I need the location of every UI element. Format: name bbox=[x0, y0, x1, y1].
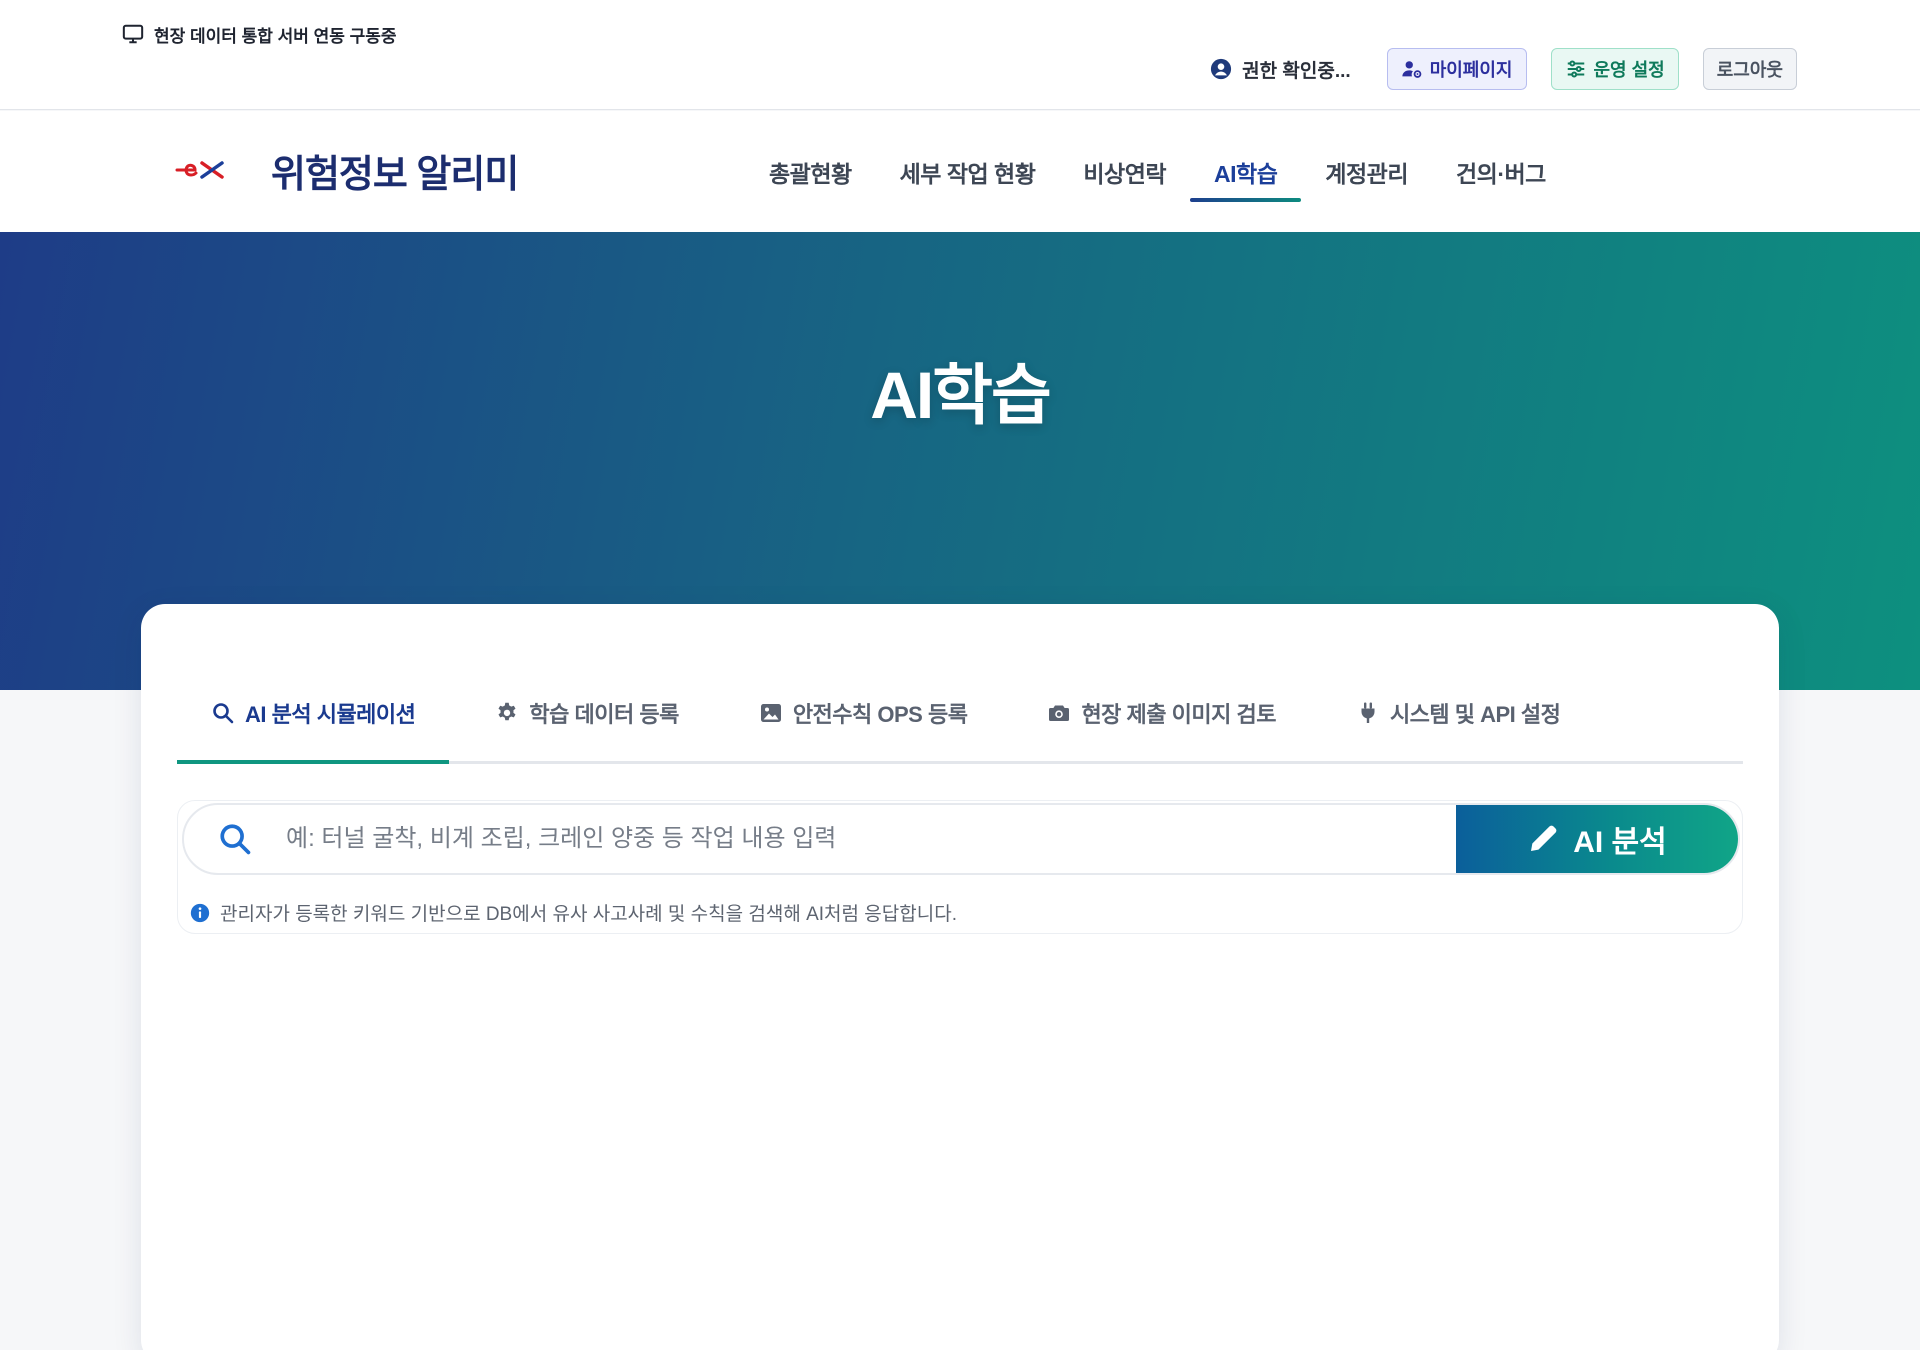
tab-label: 학습 데이터 등록 bbox=[529, 701, 679, 727]
ex-logo-icon bbox=[175, 161, 224, 179]
logout-button[interactable]: 로그아웃 bbox=[1702, 48, 1797, 90]
search-hint: 관리자가 등록한 키워드 기반으로 DB에서 유사 사고사례 및 수칙을 검색해… bbox=[190, 899, 957, 926]
content-card: AI 분석 시뮬레이션 학습 데이터 등록 안전수칙 OPS 등록 현장 제출 … bbox=[141, 604, 1779, 1350]
ops-settings-label: 운영 설정 bbox=[1593, 60, 1665, 80]
tab-training-data[interactable]: 학습 데이터 등록 bbox=[461, 664, 712, 761]
tab-system-api[interactable]: 시스템 및 API 설정 bbox=[1322, 664, 1594, 761]
search-icon bbox=[220, 824, 251, 855]
server-status: 현장 데이터 통합 서버 연동 구동중 bbox=[122, 22, 397, 46]
permission-status-text: 권한 확인중... bbox=[1242, 60, 1351, 82]
sliders-icon bbox=[1567, 60, 1584, 78]
permission-status: 권한 확인중... bbox=[1210, 56, 1351, 83]
gear-icon bbox=[498, 702, 516, 720]
brand[interactable]: 위험정보 알리미 bbox=[175, 145, 519, 196]
server-status-text: 현장 데이터 통합 서버 연동 구동중 bbox=[154, 26, 397, 46]
ai-analyze-label: AI 분석 bbox=[1573, 826, 1667, 859]
search-icon bbox=[213, 702, 234, 723]
task-search-input[interactable] bbox=[252, 805, 1456, 873]
search-bar: AI 분석 bbox=[182, 803, 1740, 875]
monitor-icon bbox=[122, 24, 144, 44]
main-header: 위험정보 알리미 총괄현황 세부 작업 현황 비상연락 AI학습 계정관리 건의… bbox=[0, 111, 1920, 232]
main-nav: 총괄현황 세부 작업 현황 비상연락 AI학습 계정관리 건의·버그 bbox=[745, 111, 1570, 232]
nav-item-task-status[interactable]: 세부 작업 현황 bbox=[876, 111, 1060, 232]
user-tools: 권한 확인중... 마이페이지 운영 설정 로그아웃 bbox=[1210, 48, 1797, 90]
user-circle-icon bbox=[1211, 58, 1232, 80]
pencil-icon bbox=[1531, 825, 1557, 851]
nav-item-emergency-contact[interactable]: 비상연락 bbox=[1059, 111, 1190, 232]
user-gear-icon bbox=[1402, 61, 1422, 78]
camera-icon bbox=[1049, 705, 1070, 721]
app-title: 위험정보 알리미 bbox=[271, 153, 519, 196]
mypage-button[interactable]: 마이페이지 bbox=[1386, 48, 1527, 90]
tab-label: 시스템 및 API 설정 bbox=[1389, 701, 1561, 727]
plug-icon bbox=[1361, 702, 1375, 723]
search-hint-text: 관리자가 등록한 키워드 기반으로 DB에서 유사 사고사례 및 수칙을 검색해… bbox=[220, 904, 957, 925]
tab-label: 안전수칙 OPS 등록 bbox=[792, 701, 968, 727]
mypage-label: 마이페이지 bbox=[1429, 60, 1513, 80]
nav-item-feedback-bug[interactable]: 건의·버그 bbox=[1432, 111, 1570, 232]
tab-label: AI 분석 시뮬레이션 bbox=[245, 701, 416, 727]
nav-item-overview[interactable]: 총괄현황 bbox=[745, 111, 876, 232]
logout-label: 로그아웃 bbox=[1716, 60, 1783, 80]
info-icon bbox=[190, 903, 210, 922]
page-title: AI학습 bbox=[870, 358, 1051, 432]
ai-analyze-button[interactable]: AI 분석 bbox=[1456, 805, 1738, 873]
tab-safety-ops[interactable]: 안전수칙 OPS 등록 bbox=[725, 664, 1002, 761]
top-utility-bar: 현장 데이터 통합 서버 연동 구동중 권한 확인중... 마이페이지 운영 설… bbox=[0, 0, 1920, 110]
search-panel: AI 분석 관리자가 등록한 키워드 기반으로 DB에서 유사 사고사례 및 수… bbox=[177, 800, 1743, 934]
ops-settings-button[interactable]: 운영 설정 bbox=[1550, 48, 1679, 90]
nav-item-account-management[interactable]: 계정관리 bbox=[1301, 111, 1432, 232]
tab-image-review[interactable]: 현장 제출 이미지 검토 bbox=[1013, 664, 1310, 761]
image-icon bbox=[760, 703, 781, 722]
tab-ai-simulation[interactable]: AI 분석 시뮬레이션 bbox=[177, 664, 450, 764]
nav-item-ai-learning[interactable]: AI학습 bbox=[1190, 111, 1302, 232]
tab-bar: AI 분석 시뮬레이션 학습 데이터 등록 안전수칙 OPS 등록 현장 제출 … bbox=[177, 664, 1743, 764]
tab-label: 현장 제출 이미지 검토 bbox=[1081, 701, 1276, 727]
